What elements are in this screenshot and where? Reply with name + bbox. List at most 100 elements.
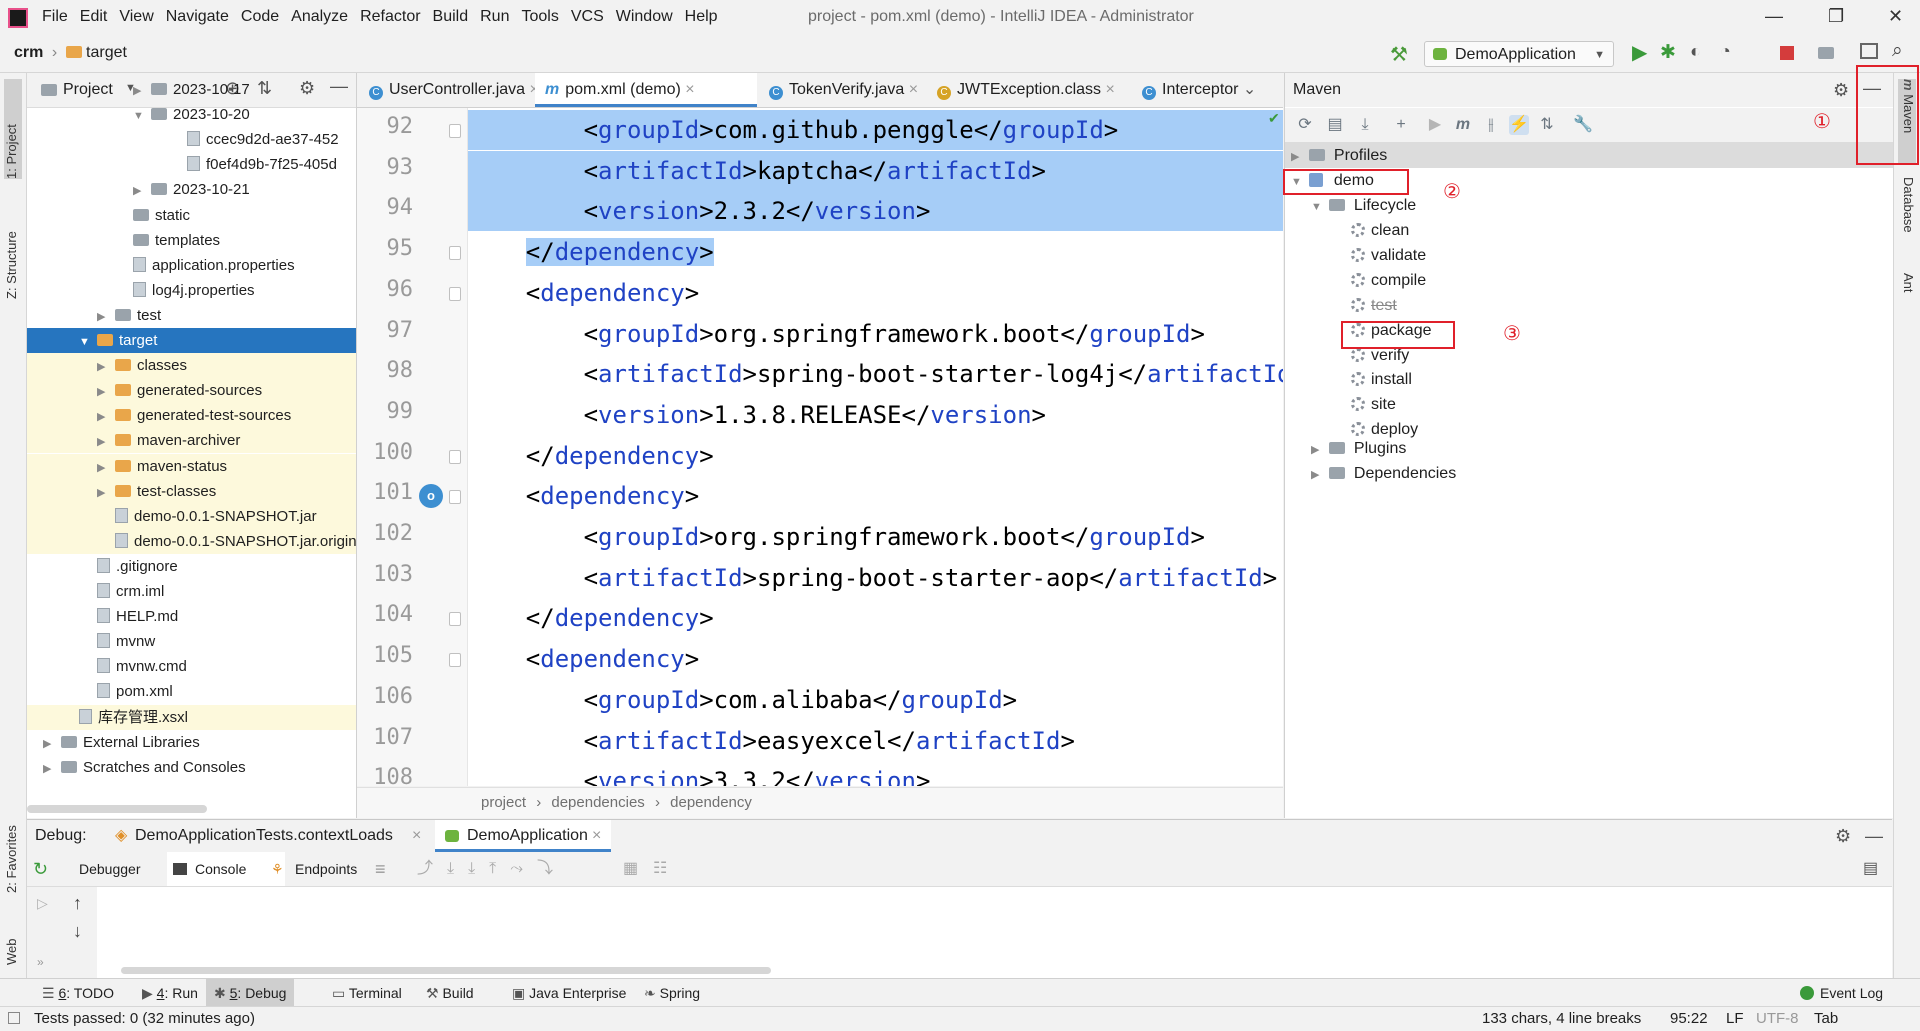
override-gutter-icon[interactable]: o (419, 484, 443, 509)
execute-maven-goal-icon[interactable]: m (1453, 115, 1473, 135)
status-line-separator[interactable]: LF (1726, 1007, 1744, 1031)
collapse-all-icon[interactable]: ⇅ (1537, 115, 1557, 135)
menu-icon[interactable]: ≡ (375, 852, 386, 886)
tree-row[interactable]: ▶ test (27, 303, 356, 328)
fold-marker-icon[interactable] (449, 449, 461, 464)
chevron-down-icon[interactable]: ⌄ (1238, 81, 1256, 98)
fold-marker-icon[interactable] (449, 612, 461, 627)
toolwindow-button[interactable]: ⚒ Build (418, 979, 482, 1007)
tree-row[interactable]: 库存管理.xsxl (27, 704, 356, 730)
chevron-right-icon[interactable]: ▶ (97, 456, 111, 479)
maven-dependencies-node[interactable]: ▶ Dependencies (1311, 461, 1456, 486)
fold-marker-icon[interactable] (449, 286, 461, 301)
maven-lifecycle-node[interactable]: ▼ Lifecycle (1311, 193, 1416, 218)
maximize-window-icon[interactable]: ❐ (1828, 6, 1844, 27)
maven-profiles-row[interactable]: ▶ Profiles (1285, 143, 1893, 168)
close-tab-icon[interactable]: × (1101, 81, 1114, 98)
tree-row[interactable]: ▶ maven-status (27, 453, 356, 479)
maven-goal-clean[interactable]: clean (1351, 218, 1409, 243)
menu-analyze[interactable]: Analyze (291, 8, 348, 26)
menu-file[interactable]: File (42, 8, 68, 26)
close-tab-icon[interactable]: × (904, 81, 918, 98)
fold-marker-icon[interactable] (449, 246, 461, 261)
generate-sources-icon[interactable]: ▤ (1325, 115, 1345, 135)
maven-goal-validate[interactable]: validate (1351, 243, 1426, 268)
toolwindow-button[interactable]: ▭ Terminal (324, 979, 410, 1007)
fold-marker-icon[interactable] (449, 653, 461, 668)
tree-row[interactable]: mvnw (27, 629, 356, 654)
tree-row[interactable]: ▶ 2023-10-21 (27, 177, 356, 202)
menu-refactor[interactable]: Refactor (360, 8, 420, 26)
gear-icon[interactable]: ⚙ (1833, 73, 1849, 107)
step-actions-icons[interactable]: ⤴⤓⤓⤒⤳⤵ (417, 852, 567, 886)
debug-icon[interactable]: ✱ (1660, 41, 1676, 64)
tree-row[interactable]: log4j.properties (27, 278, 356, 303)
tree-row[interactable]: ▼ target (27, 328, 356, 353)
tree-row[interactable]: demo-0.0.1-SNAPSHOT.jar (27, 503, 356, 529)
tool-tab-structure[interactable]: Z: Structure (4, 189, 22, 299)
tree-row[interactable]: ▶ generated-sources (27, 378, 356, 404)
tree-row[interactable]: ▶ 2023-10-17 (27, 77, 356, 102)
toolwindow-button[interactable]: ✱ 5: Debug (206, 979, 295, 1007)
tree-row[interactable]: ccec9d2d-ae37-452 (27, 127, 356, 152)
toolwindow-button[interactable]: ▶ 4: Run (134, 979, 206, 1007)
minimize-window-icon[interactable]: — (1765, 6, 1783, 27)
add-icon[interactable]: + (1391, 115, 1411, 135)
toolwindow-button[interactable]: ▣ Java Enterprise (504, 979, 634, 1007)
status-tests[interactable]: Tests passed: 0 (32 minutes ago) (34, 1007, 255, 1031)
skip-tests-icon[interactable]: ⚡ (1509, 115, 1529, 135)
breadcrumb-project[interactable]: crm (14, 44, 43, 61)
tree-row[interactable]: pom.xml (27, 679, 356, 704)
tree-row[interactable]: ▶ Scratches and Consoles (27, 755, 356, 780)
fold-marker-icon[interactable] (449, 124, 461, 138)
menu-run[interactable]: Run (480, 8, 509, 26)
tool-tab-project[interactable]: 1: Project (4, 79, 22, 179)
project-structure-icon[interactable] (1818, 45, 1834, 61)
menu-window[interactable]: Window (616, 8, 673, 26)
tree-row[interactable]: ▼ 2023-10-20 (27, 102, 356, 127)
chevron-right-icon[interactable]: ▶ (43, 732, 57, 755)
editor-tab[interactable]: C JWTException.class × (927, 73, 1130, 107)
toolwindow-button[interactable]: ❧ Spring (636, 979, 708, 1007)
tree-row[interactable]: .gitignore (27, 554, 356, 579)
close-tab-icon[interactable]: × (412, 820, 421, 852)
tree-row[interactable]: static (27, 203, 356, 228)
close-tab-icon[interactable]: × (681, 81, 694, 98)
resume-icon[interactable]: ▷ (37, 895, 48, 912)
toolwindow-button[interactable]: ☰ 6: TODO (34, 979, 122, 1007)
debug-subtab-console[interactable]: Console (195, 852, 246, 886)
close-window-icon[interactable]: ✕ (1888, 6, 1903, 27)
maven-settings-wrench-icon[interactable]: 🔧 (1573, 115, 1593, 135)
chevron-right-icon[interactable]: ▶ (97, 355, 111, 378)
maven-goal-compile[interactable]: compile (1351, 268, 1426, 293)
search-icon[interactable]: ⌕ (1892, 40, 1903, 62)
fold-marker-icon[interactable] (449, 490, 461, 505)
gear-icon[interactable]: ⚙ (1835, 820, 1851, 852)
reload-icon[interactable]: ⟳ (1295, 115, 1315, 135)
status-caret-position[interactable]: 95:22 (1670, 1007, 1708, 1031)
chevron-right-icon[interactable]: ▶ (97, 405, 111, 428)
rerun-icon[interactable]: ↻ (33, 852, 48, 886)
chevron-right-icon[interactable]: ▶ (43, 757, 57, 780)
code-breadcrumb-item[interactable]: dependencies (551, 794, 644, 811)
profile-icon[interactable]: ◔ (1720, 41, 1731, 62)
tree-row[interactable]: f0ef4d9b-7f25-405d (27, 152, 356, 177)
chevron-right-icon[interactable]: ▶ (97, 380, 111, 403)
layout-icon[interactable] (1860, 43, 1878, 59)
tree-row[interactable]: ▶ classes (27, 353, 356, 379)
tool-tab-ant[interactable]: Ant (1898, 273, 1916, 323)
editor-tab[interactable]: C TokenVerify.java × (759, 73, 925, 107)
tree-row[interactable]: application.properties (27, 253, 356, 278)
breadcrumb-folder[interactable]: target (86, 44, 127, 61)
editor-tab[interactable]: C Interceptor ⌄ (1132, 73, 1283, 107)
hide-panel-icon[interactable]: — (1865, 820, 1883, 852)
maven-goal-site[interactable]: site (1351, 392, 1396, 417)
tree-row[interactable]: ▶ test-classes (27, 478, 356, 504)
tree-row[interactable]: HELP.md (27, 604, 356, 629)
maven-goal-test[interactable]: test (1351, 293, 1397, 318)
tree-row[interactable]: ▶ External Libraries (27, 730, 356, 755)
more-icon[interactable]: » (37, 955, 44, 969)
menu-view[interactable]: View (119, 8, 153, 26)
chevron-right-icon[interactable]: ▶ (133, 79, 147, 102)
debug-tab-tests[interactable]: DemoApplicationTests.contextLoads (135, 820, 393, 852)
